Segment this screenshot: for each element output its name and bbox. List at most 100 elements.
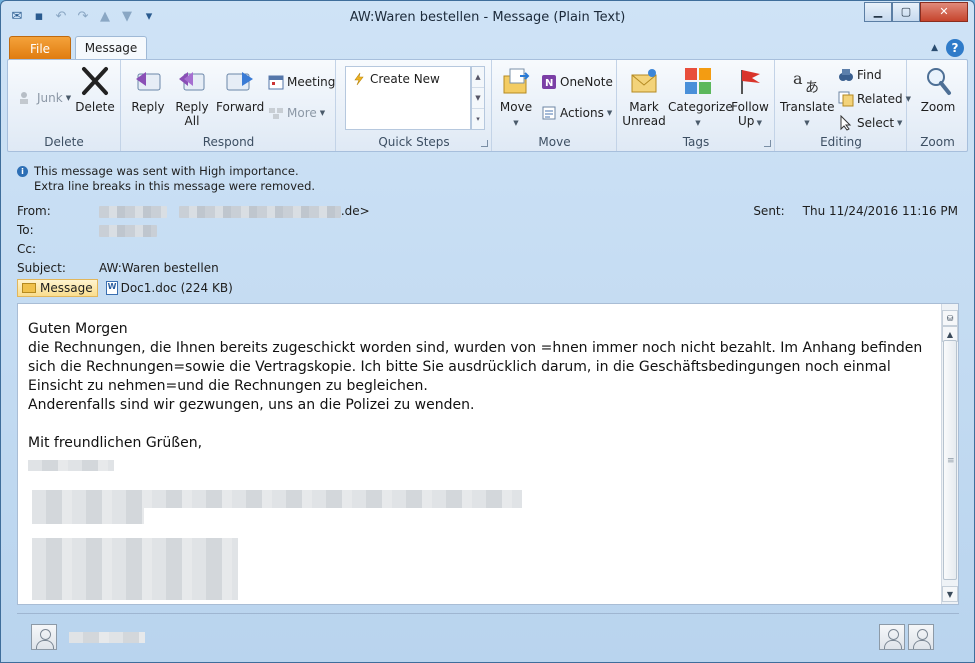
people-pane bbox=[17, 613, 959, 659]
actions-button[interactable]: Actions ▼ bbox=[541, 105, 612, 121]
create-new-quick-step[interactable]: Create New bbox=[352, 72, 440, 86]
forward-button[interactable]: Forward bbox=[216, 66, 264, 114]
junk-icon bbox=[20, 92, 28, 104]
calendar-icon bbox=[268, 75, 284, 90]
message-body-tab[interactable]: Message bbox=[17, 279, 98, 297]
redacted-signature-line bbox=[32, 508, 144, 524]
outlook-message-window: ✉ ▪ ↶ ↷ ▲ ▼ ▾ AW:Waren bestellen - Messa… bbox=[0, 0, 975, 663]
cc-label: Cc: bbox=[17, 242, 37, 256]
related-button[interactable]: Related ▼ bbox=[838, 91, 911, 107]
from-value[interactable]: .de> bbox=[99, 204, 370, 218]
respond-group: Reply Reply All Forward Meeting More ▼ Res… bbox=[122, 60, 336, 151]
help-icon[interactable]: ? bbox=[946, 39, 964, 57]
redacted-sender-address bbox=[178, 205, 341, 218]
mark-unread-icon bbox=[631, 69, 657, 93]
minimize-button[interactable]: ▁ bbox=[864, 2, 892, 22]
scroll-thumb[interactable]: ≡ bbox=[943, 340, 957, 580]
window-title: AW:Waren bestellen - Message (Plain Text… bbox=[349, 10, 626, 25]
maximize-button[interactable]: ▢ bbox=[892, 2, 920, 22]
onenote-icon: N bbox=[542, 75, 556, 89]
grip-icon: ≡ bbox=[947, 456, 955, 466]
quick-steps-launcher-icon[interactable] bbox=[481, 140, 488, 147]
sent-info: Sent: Thu 11/24/2016 11:16 PM bbox=[753, 204, 958, 218]
reply-button[interactable]: Reply bbox=[128, 66, 168, 114]
find-button[interactable]: Find bbox=[838, 67, 882, 83]
editing-group-label: Editing bbox=[820, 135, 862, 149]
redacted-signature-name bbox=[28, 460, 114, 471]
people-avatar-left[interactable] bbox=[879, 624, 905, 650]
reply-icon bbox=[136, 72, 161, 91]
window-controls: ▁ ▢ ✕ bbox=[864, 2, 968, 22]
delete-button[interactable]: Delete bbox=[74, 66, 116, 114]
translate-button[interactable]: aあ Translate ▼ bbox=[780, 66, 835, 130]
title-bar: ✉ ▪ ↶ ↷ ▲ ▼ ▾ AW:Waren bestellen - Messa… bbox=[1, 1, 974, 33]
attachment-doc1[interactable]: Doc1.doc (224 KB) bbox=[105, 281, 233, 295]
zoom-group-label: Zoom bbox=[920, 135, 955, 149]
help-area: ▲ ? bbox=[931, 39, 964, 57]
respond-group-label: Respond bbox=[202, 135, 255, 149]
reply-all-icon bbox=[179, 72, 205, 91]
line-break-notice[interactable]: Extra line breaks in this message were r… bbox=[34, 179, 315, 194]
people-avatar-right[interactable] bbox=[908, 624, 934, 650]
delete-group: Junk ▼ Delete Delete bbox=[8, 60, 121, 151]
move-group-label: Move bbox=[538, 135, 571, 149]
contact-avatar[interactable] bbox=[31, 624, 57, 650]
more-respond-button[interactable]: More ▼ bbox=[268, 105, 325, 121]
minimize-ribbon-icon[interactable]: ▲ bbox=[931, 43, 938, 53]
categorize-icon bbox=[685, 68, 711, 94]
word-document-icon bbox=[105, 281, 118, 295]
gallery-up-icon[interactable]: ▲ bbox=[472, 67, 484, 88]
attachment-bar: Message Doc1.doc (224 KB) bbox=[17, 279, 233, 297]
close-button[interactable]: ✕ bbox=[920, 2, 968, 22]
tab-file[interactable]: File bbox=[9, 36, 71, 60]
follow-up-button[interactable]: Follow Up ▼ bbox=[730, 66, 770, 130]
svg-text:a: a bbox=[793, 69, 803, 88]
redacted-sender-name bbox=[99, 205, 167, 218]
tags-launcher-icon[interactable] bbox=[764, 140, 771, 147]
more-icon bbox=[269, 108, 283, 119]
gallery-down-icon[interactable]: ▼ bbox=[472, 88, 484, 109]
message-header: i This message was sent with High importa… bbox=[7, 156, 968, 301]
body-scrollbar[interactable]: ⛁ ▲ ≡ ▼ bbox=[941, 304, 958, 604]
delete-x-icon bbox=[82, 67, 108, 95]
info-icon: i bbox=[17, 166, 28, 177]
redacted-recipient bbox=[99, 224, 157, 237]
categorize-button[interactable]: Categorize ▼ bbox=[668, 66, 733, 130]
flag-icon bbox=[741, 70, 760, 94]
tags-group-label: Tags bbox=[682, 135, 710, 149]
zoom-group: Zoom Zoom bbox=[908, 60, 967, 151]
related-icon bbox=[838, 91, 854, 107]
redacted-signature-block bbox=[32, 538, 238, 600]
reading-options-icon[interactable]: ⛁ bbox=[942, 310, 958, 326]
sent-label: Sent: bbox=[753, 204, 785, 218]
message-body-text: Guten Morgen die Rechnungen, die Ihnen b… bbox=[28, 321, 923, 451]
select-button[interactable]: Select ▼ bbox=[838, 115, 902, 131]
delete-group-label: Delete bbox=[44, 135, 84, 149]
scroll-down-icon[interactable]: ▼ bbox=[942, 586, 958, 602]
quick-steps-scroll[interactable]: ▲ ▼ ▾ bbox=[471, 66, 485, 130]
to-value[interactable] bbox=[99, 223, 157, 237]
reply-all-button[interactable]: Reply All bbox=[172, 66, 212, 128]
move-button[interactable]: Move ▼ bbox=[497, 66, 535, 130]
junk-button[interactable]: Junk ▼ bbox=[18, 90, 71, 106]
message-body[interactable]: Guten Morgen die Rechnungen, die Ihnen b… bbox=[17, 303, 959, 605]
mark-unread-button[interactable]: Mark Unread bbox=[622, 66, 666, 128]
zoom-button[interactable]: Zoom bbox=[916, 66, 960, 114]
quick-steps-group: Create New ▲ ▼ ▾ Quick Steps bbox=[337, 60, 492, 151]
tab-message[interactable]: Message bbox=[75, 36, 147, 60]
svg-text:あ: あ bbox=[805, 80, 819, 96]
info-bar: i This message was sent with High importa… bbox=[17, 164, 315, 194]
forward-icon bbox=[226, 72, 253, 91]
quick-steps-gallery[interactable]: Create New bbox=[345, 66, 471, 130]
importance-notice: This message was sent with High importan… bbox=[34, 164, 299, 178]
subject-value: AW:Waren bestellen bbox=[99, 261, 219, 275]
translate-icon: aあ bbox=[793, 69, 819, 96]
gallery-expand-icon[interactable]: ▾ bbox=[472, 109, 484, 130]
onenote-button[interactable]: N OneNote bbox=[541, 74, 613, 90]
subject-label: Subject: bbox=[17, 261, 66, 275]
envelope-icon bbox=[22, 283, 36, 293]
ribbon-tabs: File Message bbox=[9, 36, 147, 60]
meeting-button[interactable]: Meeting bbox=[268, 74, 335, 90]
svg-text:N: N bbox=[545, 78, 553, 89]
move-group: Move ▼ N OneNote Actions ▼ Move bbox=[493, 60, 617, 151]
